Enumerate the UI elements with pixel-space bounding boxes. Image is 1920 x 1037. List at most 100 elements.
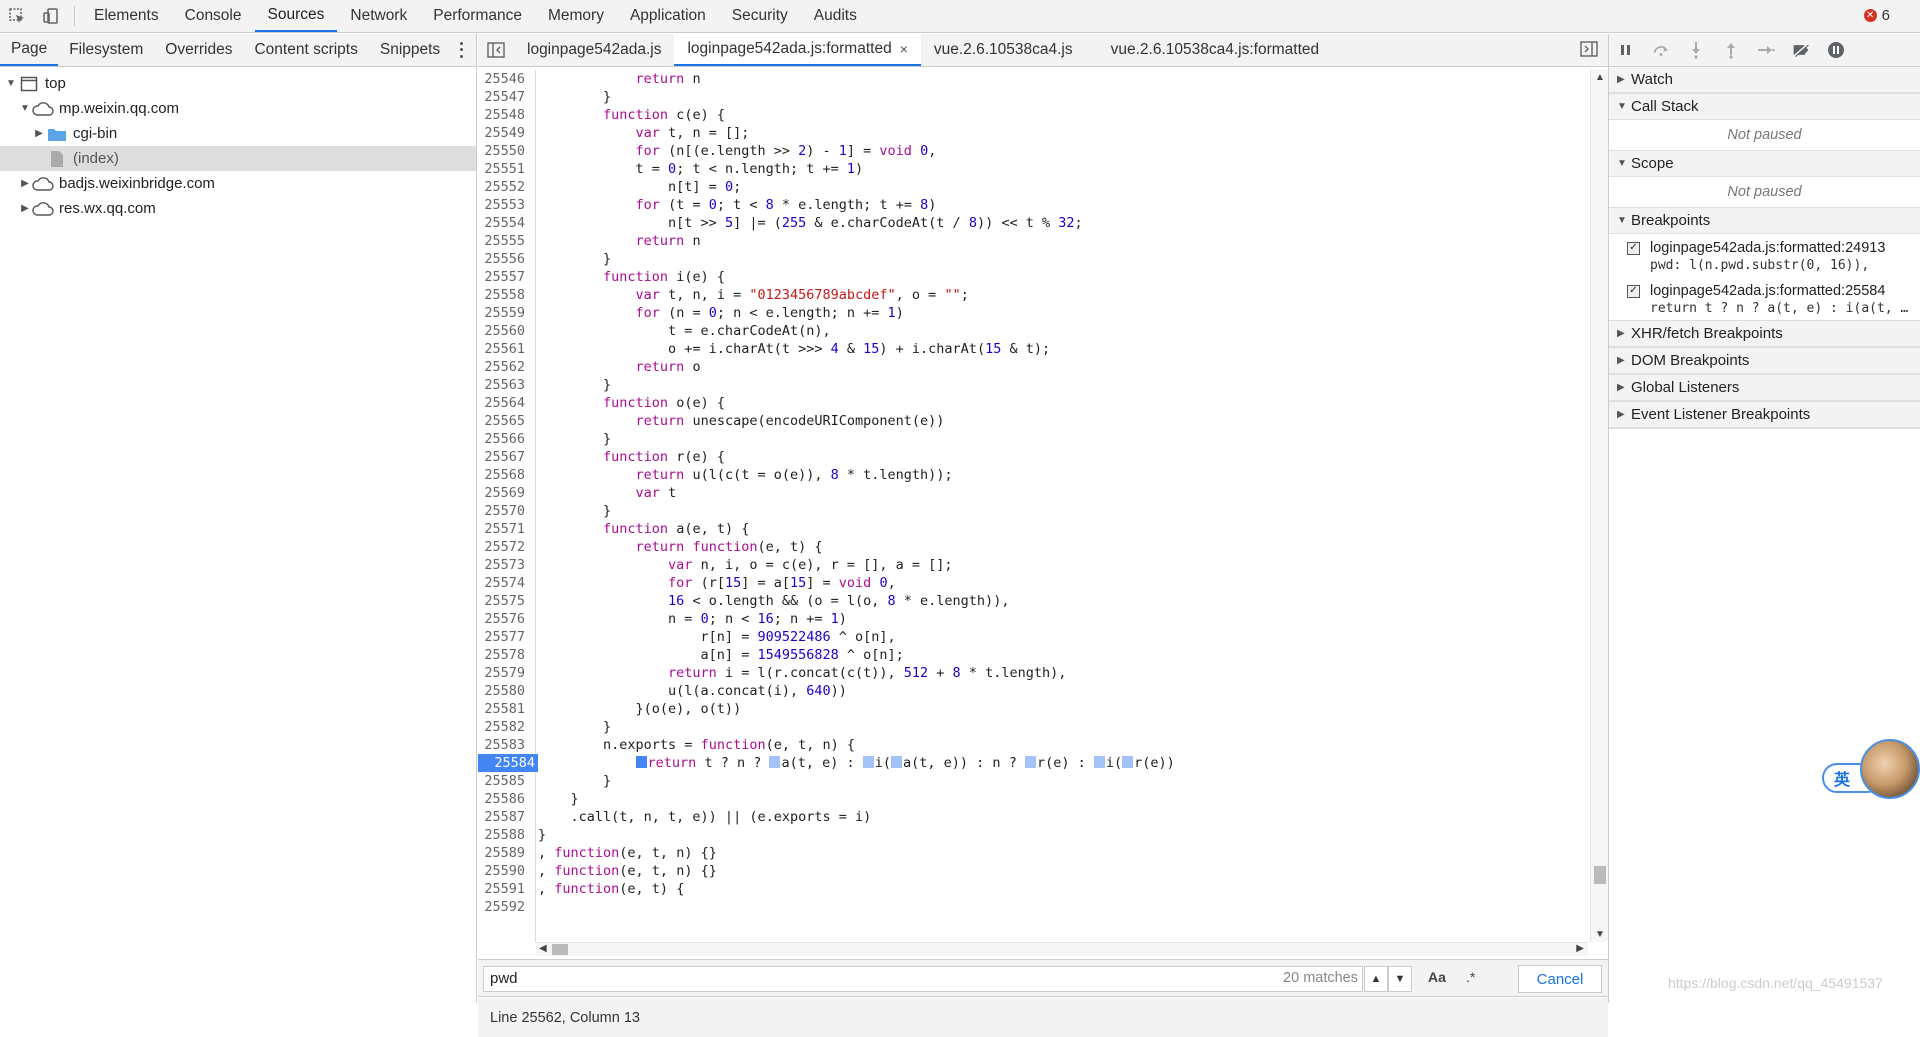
tab-console[interactable]: Console [172,0,255,32]
regex-button[interactable]: .* [1466,969,1475,985]
toggle-navigator-icon[interactable] [478,34,514,66]
ime-widget[interactable]: 英 [1822,739,1920,799]
tab-sources[interactable]: Sources [254,0,338,32]
line-number[interactable]: 25580 [478,682,535,700]
code-view[interactable]: 25546 25547 25548 25549 25550 25551 25552 25553… [478,70,1588,942]
step-icon[interactable] [1757,41,1775,59]
nav-tab-content-scripts[interactable]: Content scripts [243,34,368,66]
deactivate-breakpoints-icon[interactable] [1792,41,1810,59]
inline-breakpoint-marker[interactable] [635,756,647,768]
watch-header[interactable]: ▶ Watch [1609,67,1920,93]
line-number[interactable]: 25582 [478,718,535,736]
vertical-scrollbar[interactable]: ▲ ▼ [1590,70,1608,942]
tab-elements[interactable]: Elements [81,0,172,32]
global-listeners-header[interactable]: ▶ Global Listeners [1609,375,1920,401]
line-number[interactable]: 25554 [478,214,535,232]
line-number[interactable]: 25559 [478,304,535,322]
line-number[interactable]: 25560 [478,322,535,340]
breakpoint-checkbox[interactable]: ✓ [1627,284,1640,298]
tree-item-top[interactable]: ▼ top [0,71,476,96]
step-over-icon[interactable] [1652,41,1670,59]
tab-security[interactable]: Security [719,0,801,32]
nav-tab-overrides[interactable]: Overrides [154,34,243,66]
line-number[interactable]: 25567 [478,448,535,466]
line-number[interactable]: 25546 [478,70,535,88]
editor-tab-vue-formatted[interactable]: vue.2.6.10538ca4.js:formatted [1098,34,1333,66]
line-number[interactable]: 25576 [478,610,535,628]
scroll-left-icon[interactable]: ◀ [539,943,547,954]
breakpoint-checkbox[interactable]: ✓ [1627,241,1640,255]
line-number[interactable]: 25555 [478,232,535,250]
line-number[interactable]: 25565 [478,412,535,430]
line-number[interactable]: 25591 [478,880,535,898]
line-number-gutter[interactable]: 25546 25547 25548 25549 25550 25551 25552 25553… [478,70,554,942]
horizontal-scrollbar[interactable]: ◀ ▶ [536,942,1588,956]
line-number[interactable]: 25573 [478,556,535,574]
line-number[interactable]: 25564 [478,394,535,412]
inline-breakpoint-marker[interactable] [862,756,874,768]
line-number[interactable]: 25579 [478,664,535,682]
line-number[interactable]: 25558 [478,286,535,304]
more-options-icon[interactable] [456,40,466,60]
toggle-debugger-icon[interactable] [1580,41,1598,61]
breakpoint-item[interactable]: ✓ loginpage542ada.js:formatted:25584 ret… [1609,277,1920,320]
inline-breakpoint-marker[interactable] [1093,756,1105,768]
line-number[interactable]: 25581 [478,700,535,718]
line-number[interactable]: 25548 [478,106,535,124]
line-number[interactable]: 25561 [478,340,535,358]
line-number[interactable]: 25585 [478,772,535,790]
device-toggle-icon[interactable] [34,0,68,32]
avatar[interactable] [1860,739,1920,799]
breakpoints-header[interactable]: ▼ Breakpoints [1609,208,1920,234]
scroll-right-icon[interactable]: ▶ [1576,943,1584,954]
tree-item-badjs[interactable]: ▶ badjs.weixinbridge.com [0,171,476,196]
editor-tab-vue[interactable]: vue.2.6.10538ca4.js [921,34,1086,66]
line-number[interactable]: 25577 [478,628,535,646]
tree-item-cgi-bin[interactable]: ▶ cgi-bin [0,121,476,146]
line-number[interactable]: 25592 [478,898,535,916]
tab-application[interactable]: Application [617,0,719,32]
breakpoint-item[interactable]: ✓ loginpage542ada.js:formatted:24913 pwd… [1609,234,1920,277]
line-number[interactable]: 25551 [478,160,535,178]
line-number[interactable]: 25574 [478,574,535,592]
line-number[interactable]: 25569 [478,484,535,502]
match-case-button[interactable]: Aa [1428,969,1446,985]
line-number[interactable]: 25571 [478,520,535,538]
line-number[interactable]: 25566 [478,430,535,448]
event-listener-breakpoints-header[interactable]: ▶ Event Listener Breakpoints [1609,402,1920,428]
line-number[interactable]: 25562 [478,358,535,376]
line-number[interactable]: 25578 [478,646,535,664]
paused-line-number[interactable]: 25584 [478,754,554,772]
scroll-up-icon[interactable]: ▲ [1595,72,1605,83]
previous-match-button[interactable]: ▲ [1364,966,1388,992]
line-number[interactable]: 25588 [478,826,535,844]
xhr-breakpoints-header[interactable]: ▶ XHR/fetch Breakpoints [1609,321,1920,347]
line-number[interactable]: 25583 [478,736,535,754]
call-stack-header[interactable]: ▼ Call Stack [1609,94,1920,120]
tree-item-mp-weixin[interactable]: ▼ mp.weixin.qq.com [0,96,476,121]
close-tab-icon[interactable]: × [900,41,908,57]
next-match-button[interactable]: ▼ [1388,966,1412,992]
pause-on-exceptions-icon[interactable] [1827,41,1845,59]
nav-tab-snippets[interactable]: Snippets [369,34,451,66]
line-number[interactable]: 25570 [478,502,535,520]
line-number[interactable]: 25556 [478,250,535,268]
line-number[interactable]: 25550 [478,142,535,160]
nav-tab-page[interactable]: Page [0,34,59,66]
inline-breakpoint-marker[interactable] [891,756,903,768]
inline-breakpoint-marker[interactable] [1122,756,1134,768]
line-number[interactable]: 25552 [478,178,535,196]
code-lines[interactable]: return n } function c(e) { var t, n = []… [538,70,1588,916]
scope-header[interactable]: ▼ Scope [1609,151,1920,177]
search-input[interactable]: pwd [483,966,1363,992]
line-number[interactable]: 25549 [478,124,535,142]
scroll-thumb[interactable] [1594,866,1606,884]
line-number[interactable]: 25586 [478,790,535,808]
step-into-icon[interactable] [1687,41,1705,59]
inspect-element-icon[interactable] [0,0,34,32]
scroll-down-icon[interactable]: ▼ [1595,929,1605,940]
tab-network[interactable]: Network [337,0,420,32]
tab-performance[interactable]: Performance [420,0,535,32]
error-counter[interactable]: ✕ 6 [1863,7,1890,24]
editor-tab-loginpage[interactable]: loginpage542ada.js [514,34,674,66]
